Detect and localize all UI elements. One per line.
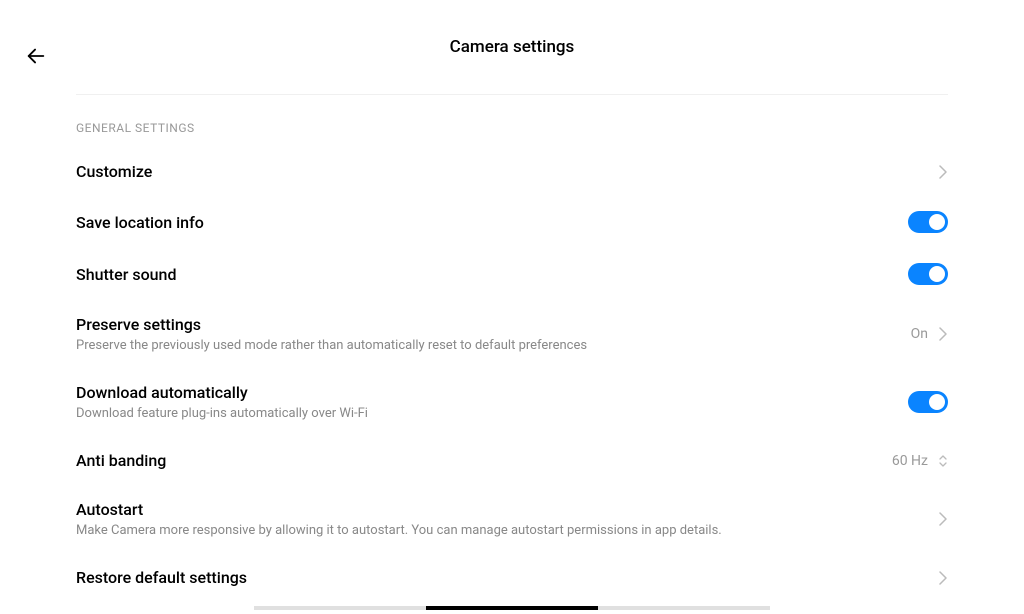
- back-button[interactable]: [24, 44, 48, 68]
- row-title: Preserve settings: [76, 315, 911, 334]
- row-subtitle: Make Camera more responsive by allowing …: [76, 523, 938, 538]
- row-shutter-sound[interactable]: Shutter sound: [76, 248, 948, 300]
- row-restore-defaults[interactable]: Restore default settings: [76, 553, 948, 602]
- row-preserve-settings[interactable]: Preserve settings Preserve the previousl…: [76, 300, 948, 368]
- row-value: 60 Hz: [892, 453, 928, 469]
- row-title: Shutter sound: [76, 265, 908, 284]
- nav-segment-left[interactable]: [254, 606, 426, 610]
- page-title: Camera settings: [450, 37, 575, 57]
- nav-bar: [0, 606, 1024, 610]
- row-title: Save location info: [76, 213, 908, 232]
- chevron-right-icon: [938, 165, 948, 179]
- toggle-knob: [929, 214, 945, 230]
- row-anti-banding[interactable]: Anti banding 60 Hz: [76, 436, 948, 485]
- toggle-knob: [929, 394, 945, 410]
- toggle-knob: [929, 266, 945, 282]
- updown-icon: [938, 454, 948, 468]
- toggle-download-auto[interactable]: [908, 391, 948, 413]
- row-title: Download automatically: [76, 383, 908, 402]
- row-download-auto[interactable]: Download automatically Download feature …: [76, 368, 948, 436]
- section-header-general: GENERAL SETTINGS: [76, 95, 948, 147]
- row-autostart[interactable]: Autostart Make Camera more responsive by…: [76, 485, 948, 553]
- row-save-location[interactable]: Save location info: [76, 196, 948, 248]
- row-title: Restore default settings: [76, 568, 938, 587]
- row-subtitle: Preserve the previously used mode rather…: [76, 338, 911, 353]
- row-customize[interactable]: Customize: [76, 147, 948, 196]
- chevron-right-icon: [938, 571, 948, 585]
- chevron-right-icon: [938, 327, 948, 341]
- arrow-left-icon: [25, 45, 47, 67]
- row-title: Anti banding: [76, 451, 892, 470]
- toggle-save-location[interactable]: [908, 211, 948, 233]
- row-subtitle: Download feature plug-ins automatically …: [76, 406, 908, 421]
- nav-segment-home[interactable]: [426, 606, 598, 610]
- chevron-right-icon: [938, 512, 948, 526]
- row-value: On: [911, 326, 928, 342]
- row-title: Autostart: [76, 500, 938, 519]
- toggle-shutter-sound[interactable]: [908, 263, 948, 285]
- nav-segment-right[interactable]: [598, 606, 770, 610]
- row-title: Customize: [76, 162, 938, 181]
